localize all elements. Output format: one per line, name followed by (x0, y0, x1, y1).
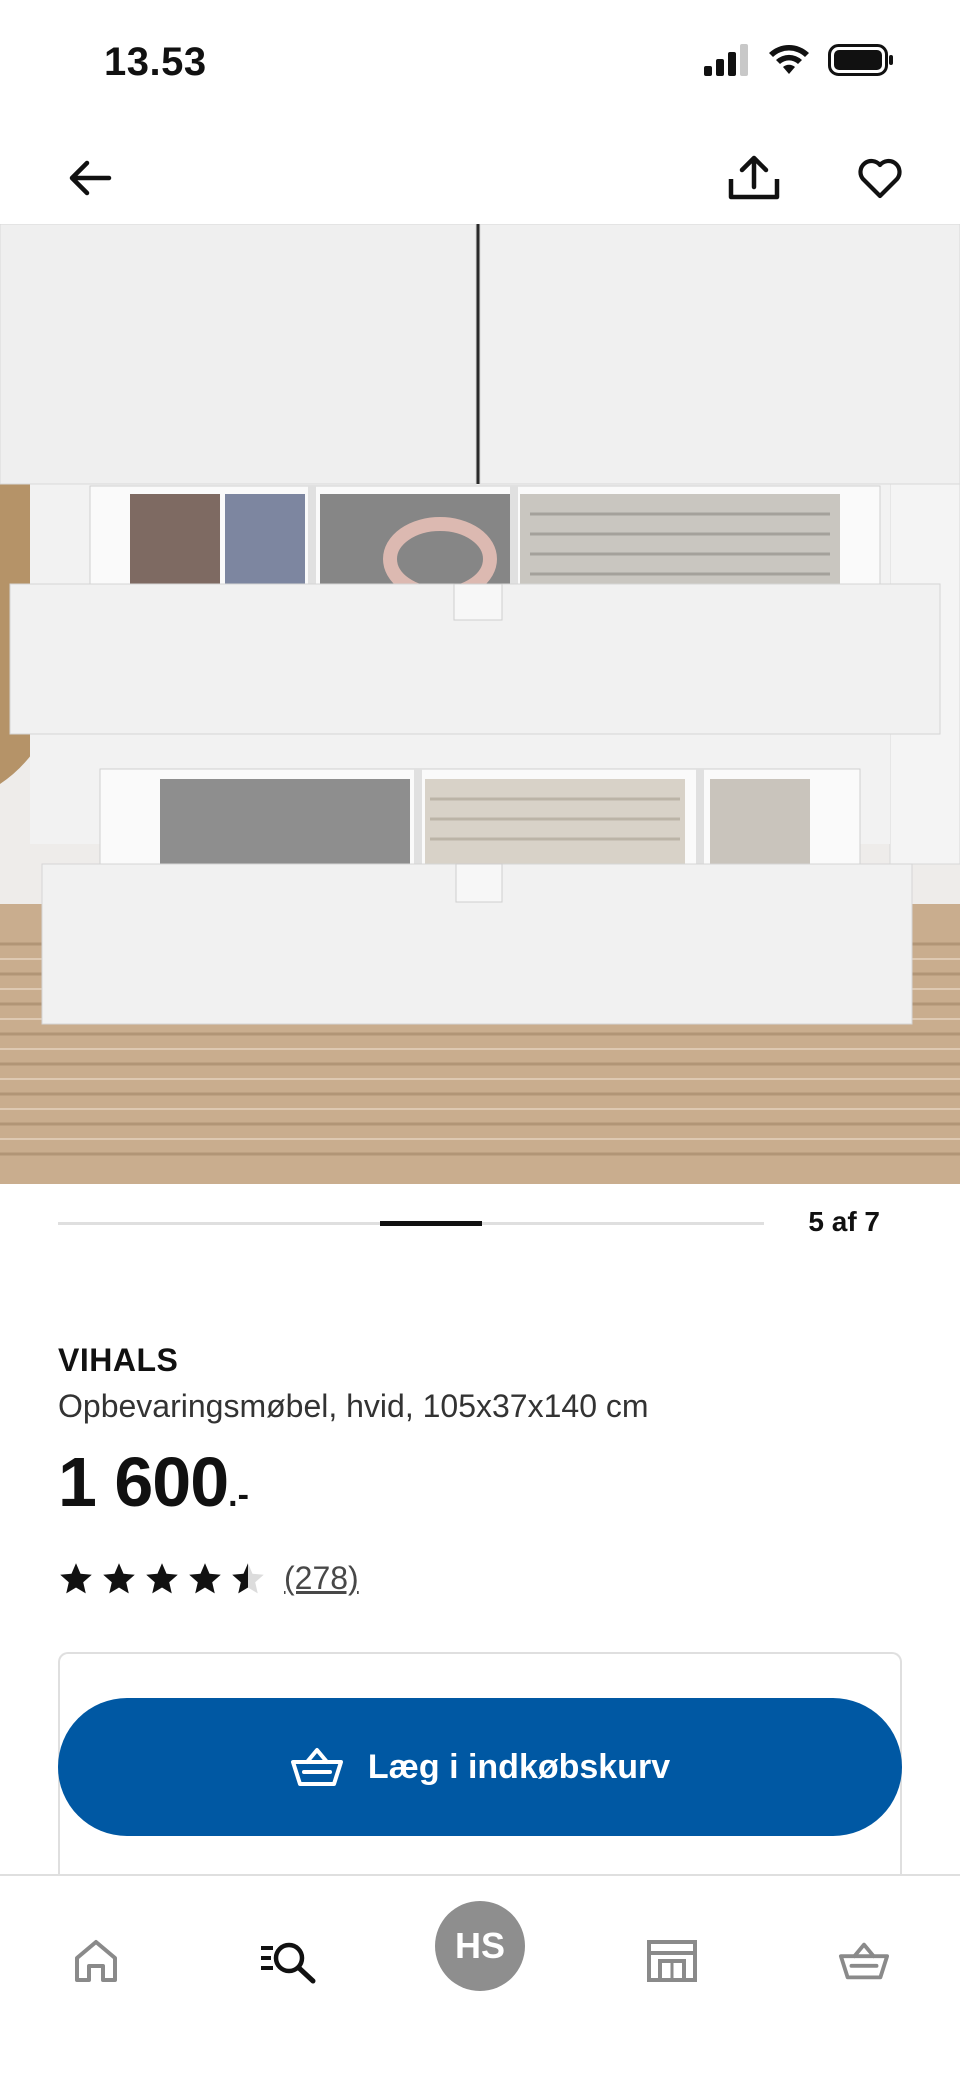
basket-icon (290, 1748, 343, 1786)
bottom-nav: HS (0, 1874, 960, 2078)
review-count-link[interactable]: (278) (284, 1560, 359, 1597)
rating[interactable]: (278) (58, 1560, 898, 1597)
carousel-thumb[interactable] (380, 1221, 482, 1226)
carousel-counter: 5 af 7 (808, 1206, 880, 1237)
product-name: VIHALS (58, 1342, 179, 1378)
add-to-cart-label: Læg i indkøbskurv (367, 1747, 671, 1786)
price-decimal: .- (228, 1476, 249, 1514)
heart-icon (858, 158, 902, 199)
status-icons (704, 44, 894, 81)
product-description: Opbevaringsmøbel, hvid, 105x37x140 cm (58, 1388, 649, 1424)
add-to-cart-button[interactable]: Læg i indkøbskurv (58, 1698, 902, 1836)
store-icon (647, 1940, 697, 1982)
top-nav (0, 130, 960, 226)
star-full-icon (60, 1562, 92, 1593)
battery-icon (828, 44, 894, 81)
star-half-icon (232, 1562, 264, 1593)
share-button[interactable] (716, 140, 792, 216)
home-icon (75, 1940, 117, 1982)
back-button[interactable] (52, 140, 128, 216)
basket-icon (838, 1942, 890, 1980)
nav-cart[interactable] (814, 1920, 914, 2002)
arrow-left-icon (69, 160, 112, 196)
price-integer: 1 600 (58, 1443, 229, 1521)
signal-icon (704, 44, 750, 81)
star-full-icon (103, 1562, 135, 1593)
product-info: VIHALS Opbevaringsmøbel, hvid, 105x37x14… (58, 1336, 898, 1597)
nav-home[interactable] (46, 1920, 146, 2002)
share-icon (728, 155, 780, 200)
search-icon (261, 1942, 316, 1984)
nav-store[interactable] (622, 1920, 722, 2002)
wifi-icon (768, 44, 810, 81)
rating-stars (58, 1561, 266, 1597)
star-full-icon (146, 1562, 178, 1593)
favorite-button[interactable] (842, 140, 918, 216)
status-bar: 13.53 (0, 0, 960, 120)
price: 1 600 .- (58, 1440, 898, 1550)
image-carousel-indicator: 5 af 7 (0, 1184, 960, 1266)
status-time: 13.53 (104, 40, 207, 84)
nav-search[interactable] (238, 1920, 338, 2002)
product-image[interactable] (0, 224, 960, 1184)
star-full-icon (189, 1562, 221, 1593)
avatar: HS (435, 1901, 525, 1991)
carousel-track[interactable] (58, 1221, 764, 1226)
nav-profile[interactable]: HS (430, 1896, 530, 1996)
